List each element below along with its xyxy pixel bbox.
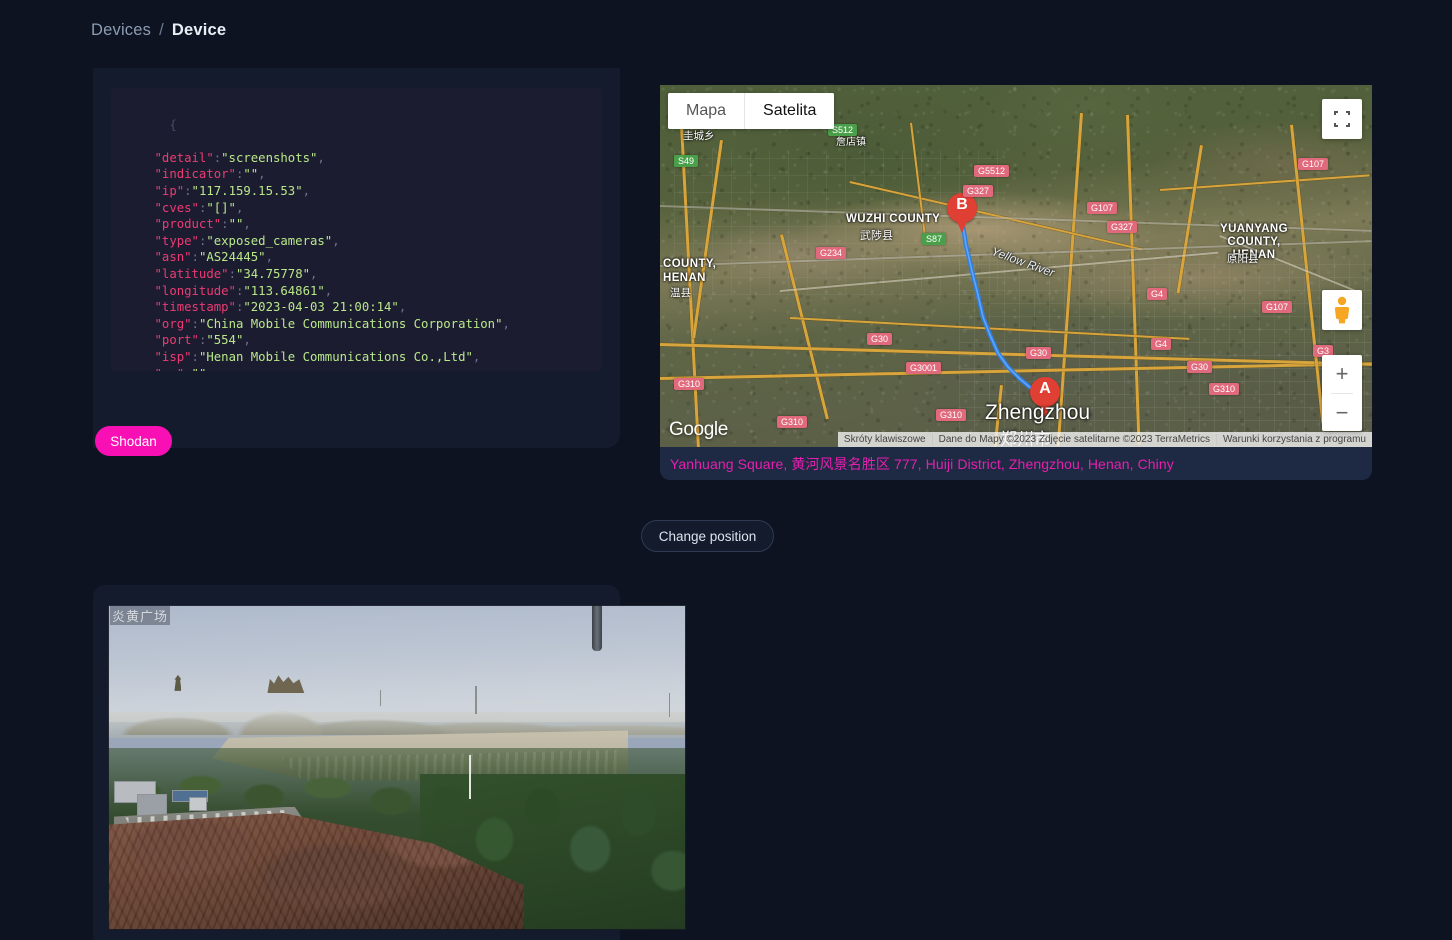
map-attribution-bar: Skróty klawiszowe Dane do Mapy ©2023 Zdj…: [837, 432, 1372, 447]
json-field-org: "org":"China Mobile Communications Corpo…: [154, 316, 510, 331]
camera-overlay-label: 炎黄广场: [110, 606, 171, 625]
location-map-card: WUZHI COUNTY 武陟县 YUANYANG COUNTY, HENAN …: [660, 85, 1372, 480]
json-field-asn: "asn":"AS24445",: [154, 250, 273, 265]
map-marker-a[interactable]: A: [1030, 377, 1060, 419]
change-position-button[interactable]: Change position: [641, 520, 774, 552]
shodan-button[interactable]: Shodan: [95, 426, 172, 456]
google-map-viewport[interactable]: WUZHI COUNTY 武陟县 YUANYANG COUNTY, HENAN …: [660, 85, 1372, 447]
map-marker-b[interactable]: B: [947, 193, 977, 235]
camera-screenshot-card: 炎黄广场: [93, 585, 686, 940]
json-field-cves: "cves":"[]",: [154, 200, 244, 215]
breadcrumb: Devices / Device: [91, 21, 226, 40]
json-field-port: "port":"554",: [154, 333, 251, 348]
camera-housing-pole: [592, 605, 603, 651]
map-zoom-controls: + −: [1322, 355, 1362, 431]
breadcrumb-separator: /: [159, 21, 164, 39]
marker-label: B: [956, 196, 968, 213]
json-field-product: "product":"",: [154, 217, 251, 232]
json-field-latitude: "latitude":"34.75778",: [154, 266, 318, 281]
marker-label: A: [1039, 380, 1051, 397]
json-field-longitude: "longitude":"113.64861",: [154, 283, 333, 298]
json-open-brace: {: [169, 117, 177, 132]
attribution-terms[interactable]: Warunki korzystania z programu: [1215, 434, 1372, 445]
breadcrumb-current-device: Device: [171, 21, 227, 39]
building: [188, 796, 207, 811]
map-type-satelita[interactable]: Satelita: [744, 93, 835, 129]
json-field-ip: "ip":"117.159.15.53",: [154, 183, 311, 198]
attribution-keyboard-shortcuts[interactable]: Skróty klawiszowe: [838, 434, 932, 445]
google-watermark: Google: [669, 419, 728, 440]
antenna-tower: [475, 686, 477, 715]
json-field-detail: "detail":"screenshots",: [154, 150, 325, 165]
map-type-mapa[interactable]: Mapa: [668, 93, 745, 129]
antenna-tower: [379, 689, 382, 706]
resolved-address-bar: Yanhuang Square, 黄河风景名胜区 777, Huiji Dist…: [660, 447, 1372, 480]
map-type-switcher: Mapa Satelita: [668, 93, 835, 129]
breadcrumb-link-devices[interactable]: Devices: [91, 21, 151, 40]
map-zoom-out-button[interactable]: −: [1322, 394, 1362, 432]
route-polyline: [959, 217, 1051, 406]
device-details-card: { "detail":"screenshots", "indicator":"",…: [93, 68, 620, 448]
pegman-icon: [1334, 296, 1350, 324]
json-field-type: "type":"exposed_cameras",: [154, 233, 340, 248]
street-view-pegman-button[interactable]: [1322, 290, 1362, 330]
antenna-tower: [668, 692, 671, 717]
json-field-timestamp: "timestamp":"2023-04-03 21:00:14",: [154, 300, 407, 315]
attribution-map-data: Dane do Mapy ©2023 Zdjęcie satelitarne ©…: [931, 434, 1216, 445]
resolved-address-text[interactable]: Yanhuang Square, 黄河风景名胜区 777, Huiji Dist…: [670, 454, 1174, 474]
json-field-os: "os":"",: [125, 366, 588, 372]
json-field-indicator: "indicator":"",: [154, 167, 266, 182]
camera-screenshot-image[interactable]: 炎黄广场: [108, 605, 686, 930]
white-mast: [469, 754, 472, 799]
json-field-isp: "isp":"Henan Mobile Communications Co.,L…: [154, 349, 481, 364]
map-zoom-in-button[interactable]: +: [1322, 355, 1362, 393]
device-json-code-block[interactable]: { "detail":"screenshots", "indicator":"",…: [111, 88, 602, 371]
fullscreen-icon: [1334, 111, 1350, 127]
map-fullscreen-button[interactable]: [1322, 99, 1362, 139]
